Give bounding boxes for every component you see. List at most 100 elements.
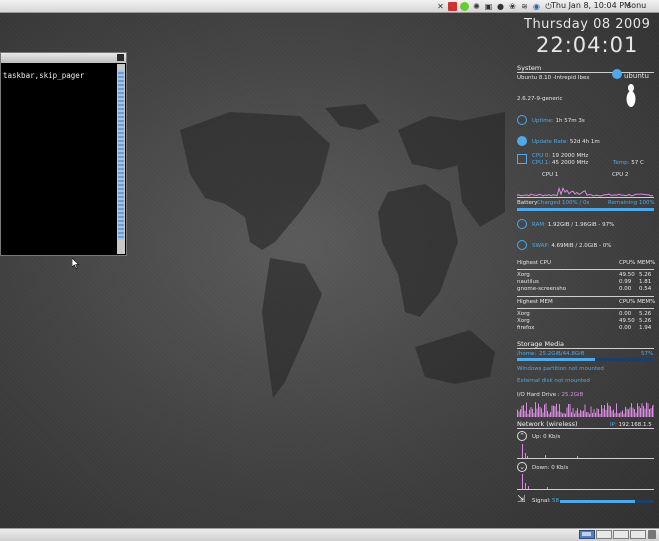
workspace-2[interactable] <box>596 530 612 539</box>
temp-value: 57 C <box>631 160 644 166</box>
net-graph-bar <box>525 483 526 489</box>
net-graph-bar <box>547 487 548 489</box>
io-graph-bar <box>563 413 565 417</box>
net-graph-bar <box>522 444 523 458</box>
update-rate-value: 52d 4h 1m <box>569 139 600 145</box>
top_mem-process-cpu: 49.50 <box>619 318 635 324</box>
io-graph-bar <box>566 407 568 417</box>
signal-value: 58 <box>552 498 559 504</box>
workspace-3[interactable] <box>613 530 629 539</box>
top_cpu-process-cpu: 49.50 <box>619 272 635 278</box>
terminal-scrollbar[interactable] <box>117 64 125 254</box>
io-graph-bar <box>617 413 619 417</box>
io-graph-bar <box>646 402 647 417</box>
io-graph-bar <box>547 410 548 417</box>
cpu0-pct: 19 <box>552 153 560 159</box>
io-graph <box>517 402 654 417</box>
lock-icon[interactable]: ▣ <box>484 2 493 11</box>
terminal-window[interactable]: taskbar,skip_pager <box>0 52 127 256</box>
terminal-titlebar[interactable] <box>1 53 126 63</box>
down-label: Down: <box>532 465 550 471</box>
trash-icon[interactable] <box>648 530 656 539</box>
top_mem-process-name: firefox <box>517 325 535 331</box>
home-pct: 57% <box>641 351 654 357</box>
io-graph-bar <box>592 412 593 417</box>
panel-clock[interactable]: Thu Jan 8, 10:04 PM <box>551 1 631 10</box>
battery-bar <box>517 208 654 211</box>
network-header: Network (wireless) <box>517 420 578 428</box>
io-graph-bar <box>557 411 559 417</box>
io-graph-bar <box>538 403 539 417</box>
io-graph-bar <box>613 409 614 417</box>
user-name[interactable]: sonu <box>627 1 646 10</box>
io-graph-bar <box>650 408 652 417</box>
cpu1-pct: 45 <box>552 160 560 166</box>
io-graph-bar <box>596 408 598 417</box>
signal-icon: ⇲ <box>517 494 526 505</box>
volume-icon[interactable]: ◉ <box>532 2 541 11</box>
io-graph-bar <box>589 413 590 417</box>
top_cpu-process-cpu: 0.99 <box>619 279 632 285</box>
io-graph-bar <box>641 403 643 417</box>
io-graph-bar <box>527 413 529 417</box>
io-graph-bar <box>548 413 550 417</box>
io-graph-bar <box>521 405 523 417</box>
net-graph-bar <box>527 456 528 458</box>
io-graph-bar <box>626 408 628 417</box>
tools-icon[interactable]: ✕ <box>436 2 445 11</box>
record-icon[interactable]: ● <box>496 2 505 11</box>
io-graph-bar <box>583 410 584 417</box>
io-graph-bar <box>529 409 530 417</box>
io-graph-bar <box>526 402 527 417</box>
update-notifier-icon[interactable] <box>460 1 469 11</box>
workspace-4[interactable] <box>630 530 646 539</box>
io-graph-bar <box>518 411 520 417</box>
ram-icon <box>517 219 527 229</box>
battery-remaining: Remaining 100% <box>608 200 655 206</box>
divider <box>517 428 654 429</box>
cpu1-graph-label: CPU 1 <box>542 172 559 178</box>
top_cpu-process-cpu: 0.00 <box>619 286 632 292</box>
io-value: 25.2GiB <box>561 392 584 398</box>
io-graph-bar <box>590 406 592 417</box>
ubuntu-logo-icon <box>612 69 622 79</box>
uptime-label: Uptime: <box>532 118 554 124</box>
io-graph-bar <box>580 409 581 417</box>
io-graph-bar <box>635 412 637 417</box>
cpu-graph <box>517 186 654 198</box>
cpu2-graph-label: CPU 2 <box>612 172 629 178</box>
io-graph-bar <box>550 412 551 417</box>
io-graph-bar <box>565 413 566 417</box>
workspace-switcher[interactable] <box>579 530 646 539</box>
io-graph-bar <box>556 403 557 417</box>
network-manager-icon[interactable] <box>448 1 457 11</box>
top_mem-process-mem: 1.94 <box>639 325 652 331</box>
io-graph-bar <box>598 409 599 417</box>
wifi-icon[interactable]: ≋ <box>520 2 529 11</box>
up-value: 0 Kb/s <box>543 434 561 440</box>
workspace-1[interactable] <box>579 530 595 539</box>
down-value: 0 Kb/s <box>551 465 569 471</box>
upload-graph <box>517 444 654 459</box>
io-graph-bar <box>575 410 577 417</box>
io-graph-bar <box>604 405 605 417</box>
cpu0-freq: 2000 MHz <box>560 153 589 159</box>
io-graph-bar <box>587 412 589 417</box>
ubuntu-logo-text: ubuntu <box>624 72 649 80</box>
net-graph-bar <box>522 474 523 489</box>
home-label: /home: <box>517 351 537 357</box>
terminal-output[interactable]: taskbar,skip_pager <box>3 71 84 80</box>
close-icon[interactable] <box>117 54 124 61</box>
divider <box>517 308 654 309</box>
signal-bar <box>560 500 654 503</box>
uptime-value: 1h 57m 3s <box>555 118 585 124</box>
gear-icon[interactable]: ✺ <box>472 2 481 11</box>
paw-icon[interactable]: ❀ <box>508 2 517 11</box>
io-graph-bar <box>625 406 626 417</box>
scrollbar-thumb[interactable] <box>118 70 124 240</box>
io-graph-bar <box>608 405 610 417</box>
io-graph-bar <box>524 410 526 417</box>
top_mem-process-name: Xorg <box>517 318 530 324</box>
update-rate-label: Update Rate: <box>532 139 569 145</box>
io-graph-bar <box>616 403 617 417</box>
